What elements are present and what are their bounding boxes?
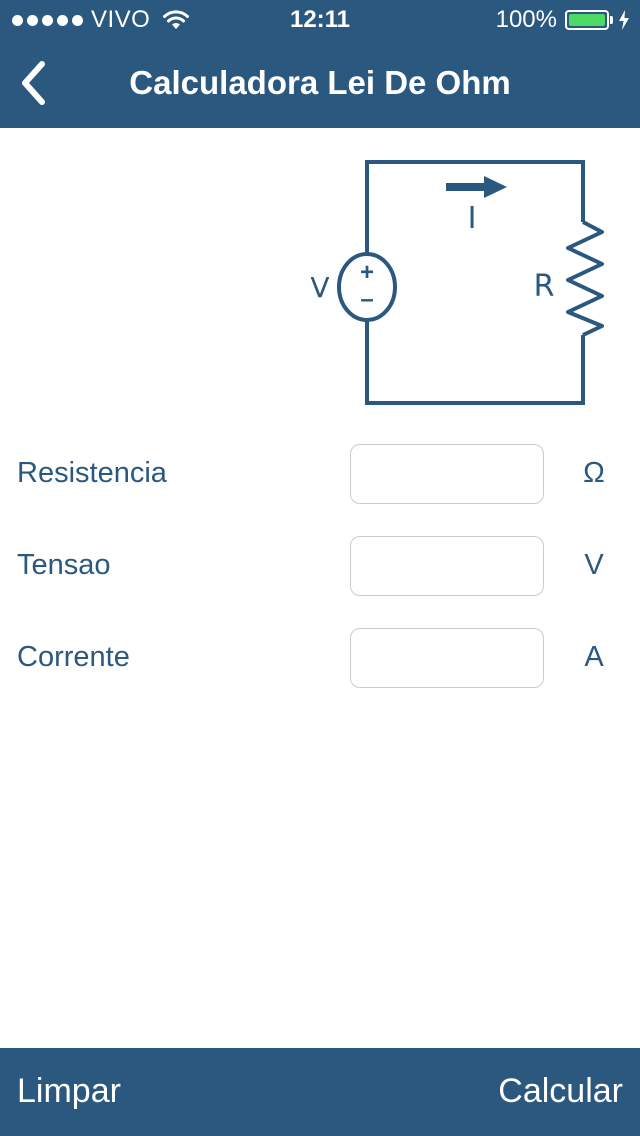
status-right: 100% <box>495 6 630 33</box>
battery-icon <box>565 10 609 30</box>
diagram-voltage-label: V <box>310 271 329 304</box>
resistance-row: Resistencia Ω <box>0 444 640 504</box>
current-unit: A <box>584 641 604 673</box>
battery-percent: 100% <box>495 6 557 33</box>
navigation-bar: Calculadora Lei De Ohm <box>0 40 640 128</box>
charging-bolt-icon <box>619 10 629 30</box>
current-input[interactable] <box>350 628 544 688</box>
voltage-input[interactable] <box>350 536 544 596</box>
current-label: Corrente <box>17 641 130 673</box>
back-button[interactable] <box>8 54 58 112</box>
bottom-toolbar: Limpar Calcular <box>0 1048 640 1136</box>
resistor-zigzag <box>566 220 604 337</box>
wire-bottom <box>365 320 585 405</box>
current-row: Corrente A <box>0 628 640 688</box>
clear-button[interactable]: Limpar <box>17 1072 121 1111</box>
current-arrow-icon <box>446 176 507 198</box>
voltage-row: Tensao V <box>0 536 640 596</box>
chevron-left-icon <box>22 61 45 105</box>
battery-fill <box>569 14 605 26</box>
circuit-diagram: + – V I R <box>310 160 604 405</box>
resistance-label: Resistencia <box>17 457 167 489</box>
diagram-plus-sign: + <box>360 259 374 286</box>
voltage-unit: V <box>584 549 604 581</box>
voltage-label: Tensao <box>17 549 111 581</box>
diagram-resistance-label: R <box>534 269 555 304</box>
header: VIVO 12:11 100% Calculadora Lei De Ohm <box>0 0 640 128</box>
battery-nub <box>610 16 613 24</box>
diagram-current-label: I <box>468 201 477 236</box>
resistance-input[interactable] <box>350 444 544 504</box>
calculate-button[interactable]: Calcular <box>498 1072 623 1111</box>
status-bar: VIVO 12:11 100% <box>0 0 640 40</box>
diagram-minus-sign: – <box>360 286 373 313</box>
ohms-law-calculator-screen: VIVO 12:11 100% Calculadora Lei De Ohm +… <box>0 0 640 1136</box>
page-title: Calculadora Lei De Ohm <box>129 64 511 101</box>
resistance-unit: Ω <box>583 457 605 489</box>
